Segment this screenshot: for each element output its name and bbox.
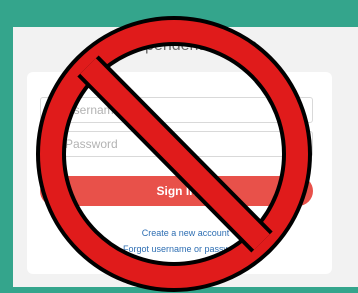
username-input[interactable] xyxy=(63,103,307,117)
username-field[interactable] xyxy=(40,97,313,123)
create-account-link[interactable]: Create a new account xyxy=(13,228,358,238)
password-input[interactable] xyxy=(63,137,307,151)
sign-in-button[interactable]: Sign In xyxy=(40,176,313,206)
page-title: Independent Sign In xyxy=(113,37,258,54)
lock-icon xyxy=(45,138,63,150)
password-field[interactable] xyxy=(40,131,313,157)
user-icon xyxy=(45,104,63,116)
forgot-password-link[interactable]: Forgot username or password? xyxy=(13,244,358,254)
